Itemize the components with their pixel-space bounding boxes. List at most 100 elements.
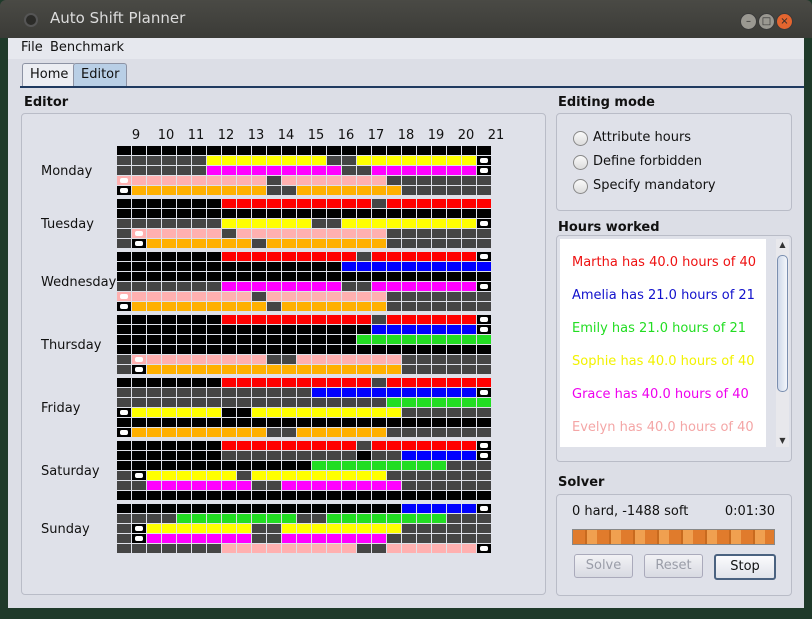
schedule-cell[interactable] <box>207 176 221 185</box>
schedule-cell[interactable] <box>147 491 161 500</box>
schedule-cell[interactable] <box>207 186 221 195</box>
schedule-cell[interactable] <box>297 408 311 417</box>
schedule-cell[interactable] <box>267 514 281 523</box>
schedule-cell[interactable] <box>312 292 326 301</box>
schedule-cell[interactable] <box>417 461 431 470</box>
schedule-cell[interactable] <box>192 428 206 437</box>
schedule-cell[interactable] <box>177 315 191 324</box>
schedule-cell[interactable] <box>162 491 176 500</box>
schedule-cell[interactable] <box>447 491 461 500</box>
schedule-cell[interactable] <box>387 272 401 281</box>
schedule-cell[interactable] <box>162 209 176 218</box>
schedule-cell[interactable] <box>342 199 356 208</box>
schedule-cell[interactable] <box>192 186 206 195</box>
schedule-cell[interactable] <box>207 262 221 271</box>
schedule-cell[interactable] <box>417 345 431 354</box>
schedule-cell[interactable] <box>282 166 296 175</box>
schedule-cell[interactable] <box>162 408 176 417</box>
schedule-cell[interactable] <box>147 219 161 228</box>
schedule-cell[interactable] <box>132 504 146 513</box>
schedule-cell[interactable] <box>327 544 341 553</box>
schedule-cell[interactable] <box>222 481 236 490</box>
schedule-cell[interactable] <box>237 504 251 513</box>
schedule-cell[interactable] <box>432 186 446 195</box>
schedule-cell[interactable] <box>312 252 326 261</box>
schedule-cell[interactable] <box>177 199 191 208</box>
schedule-cell[interactable] <box>207 451 221 460</box>
schedule-cell[interactable] <box>117 262 131 271</box>
schedule-cell[interactable] <box>192 302 206 311</box>
schedule-cell[interactable] <box>207 229 221 238</box>
schedule-cell[interactable] <box>462 345 476 354</box>
schedule-cell[interactable] <box>267 451 281 460</box>
radio-button[interactable] <box>573 131 588 146</box>
schedule-cell[interactable] <box>252 282 266 291</box>
schedule-cell[interactable] <box>402 302 416 311</box>
schedule-cell[interactable] <box>117 239 131 248</box>
schedule-cell[interactable] <box>372 481 386 490</box>
schedule-cell[interactable] <box>162 186 176 195</box>
schedule-cell[interactable] <box>312 451 326 460</box>
schedule-cell[interactable] <box>252 504 266 513</box>
schedule-cell[interactable] <box>237 441 251 450</box>
schedule-grid[interactable] <box>117 146 493 586</box>
schedule-cell[interactable] <box>147 524 161 533</box>
schedule-cell[interactable] <box>267 504 281 513</box>
schedule-cell[interactable] <box>267 209 281 218</box>
schedule-cell[interactable] <box>462 544 476 553</box>
schedule-cell[interactable] <box>222 315 236 324</box>
schedule-cell[interactable] <box>372 229 386 238</box>
schedule-cell[interactable] <box>372 335 386 344</box>
schedule-cell[interactable] <box>282 388 296 397</box>
schedule-cell[interactable] <box>297 514 311 523</box>
schedule-cell[interactable] <box>477 491 491 500</box>
schedule-cell[interactable] <box>357 451 371 460</box>
schedule-cell[interactable] <box>432 146 446 155</box>
schedule-cell[interactable] <box>117 504 131 513</box>
schedule-cell[interactable] <box>327 229 341 238</box>
schedule-cell[interactable] <box>192 504 206 513</box>
schedule-cell[interactable] <box>447 418 461 427</box>
schedule-cell[interactable] <box>207 282 221 291</box>
schedule-cell[interactable] <box>327 428 341 437</box>
schedule-cell[interactable] <box>267 471 281 480</box>
schedule-cell[interactable] <box>147 209 161 218</box>
schedule-cell[interactable] <box>477 534 491 543</box>
schedule-cell[interactable] <box>132 378 146 387</box>
schedule-cell[interactable] <box>387 504 401 513</box>
schedule-cell[interactable] <box>297 302 311 311</box>
schedule-cell[interactable] <box>477 481 491 490</box>
schedule-cell[interactable] <box>222 209 236 218</box>
schedule-cell[interactable] <box>297 491 311 500</box>
schedule-cell[interactable] <box>177 398 191 407</box>
schedule-cell[interactable] <box>237 471 251 480</box>
schedule-cell[interactable] <box>312 418 326 427</box>
schedule-cell[interactable] <box>447 199 461 208</box>
schedule-cell[interactable] <box>432 451 446 460</box>
schedule-cell[interactable] <box>387 418 401 427</box>
schedule-cell[interactable] <box>312 199 326 208</box>
schedule-cell[interactable] <box>267 524 281 533</box>
schedule-cell[interactable] <box>297 176 311 185</box>
schedule-cell[interactable] <box>222 272 236 281</box>
schedule-cell[interactable] <box>132 219 146 228</box>
schedule-cell[interactable] <box>192 282 206 291</box>
menu-benchmark[interactable]: Benchmark <box>50 40 124 55</box>
schedule-cell[interactable] <box>132 272 146 281</box>
schedule-cell[interactable] <box>327 292 341 301</box>
schedule-cell[interactable] <box>447 282 461 291</box>
schedule-cell[interactable] <box>252 441 266 450</box>
schedule-cell[interactable] <box>447 302 461 311</box>
schedule-cell[interactable] <box>222 156 236 165</box>
schedule-cell[interactable] <box>177 514 191 523</box>
schedule-cell[interactable] <box>372 219 386 228</box>
schedule-cell[interactable] <box>387 315 401 324</box>
menu-file[interactable]: File <box>21 40 43 55</box>
schedule-cell[interactable] <box>372 378 386 387</box>
schedule-cell[interactable] <box>327 398 341 407</box>
schedule-cell[interactable] <box>432 156 446 165</box>
schedule-cell[interactable] <box>132 292 146 301</box>
schedule-cell[interactable] <box>417 252 431 261</box>
schedule-cell[interactable] <box>357 335 371 344</box>
schedule-cell[interactable] <box>267 176 281 185</box>
